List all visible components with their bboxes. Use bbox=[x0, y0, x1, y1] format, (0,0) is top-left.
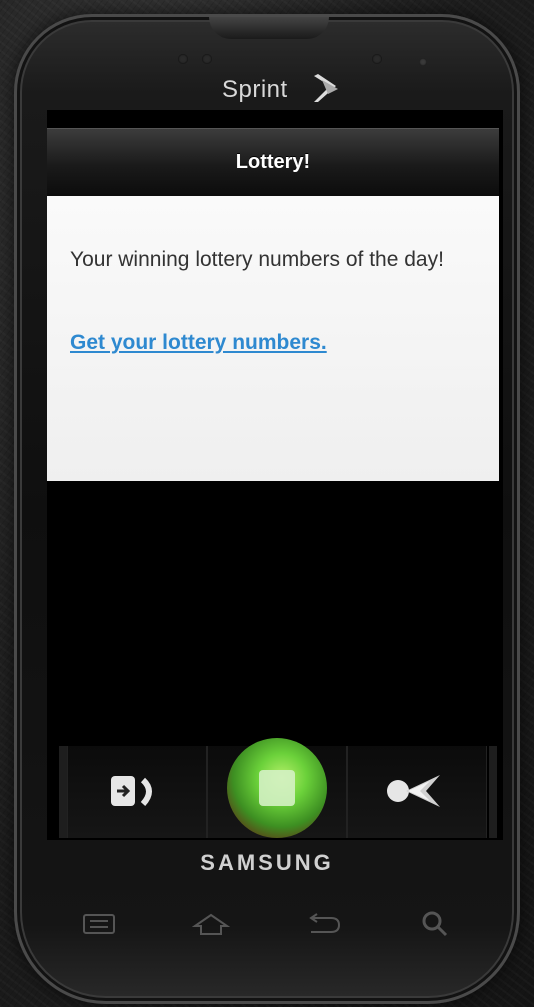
content-panel: Your winning lottery numbers of the day!… bbox=[47, 196, 499, 481]
brand-label: SAMSUNG bbox=[200, 850, 334, 875]
carrier-label: Sprint bbox=[222, 76, 288, 103]
app-title: Lottery! bbox=[235, 151, 311, 173]
sprint-logo-icon bbox=[314, 74, 338, 102]
share-icon bbox=[387, 775, 440, 807]
back-icon bbox=[309, 913, 341, 933]
light-sensor bbox=[202, 54, 212, 64]
notification-led bbox=[419, 58, 427, 66]
hw-home-key[interactable] bbox=[186, 904, 236, 944]
green-square-button-icon bbox=[227, 738, 327, 838]
earpiece-speaker bbox=[209, 17, 329, 39]
bottom-dock bbox=[67, 738, 487, 838]
search-icon bbox=[422, 911, 448, 937]
proximity-sensor bbox=[178, 54, 188, 64]
exit-door-icon bbox=[111, 776, 152, 807]
camera-lens bbox=[372, 54, 382, 64]
app-header: Lottery! bbox=[47, 128, 499, 196]
get-lottery-numbers-link[interactable]: Get your lottery numbers. bbox=[70, 331, 327, 355]
hw-search-key[interactable] bbox=[410, 904, 460, 944]
home-icon bbox=[191, 913, 231, 935]
hardware-keys bbox=[74, 904, 460, 944]
hw-back-key[interactable] bbox=[298, 904, 348, 944]
dock-item-share[interactable] bbox=[347, 746, 487, 838]
hw-menu-key[interactable] bbox=[74, 904, 124, 944]
intro-text: Your winning lottery numbers of the day! bbox=[70, 248, 444, 271]
dock-item-main[interactable] bbox=[207, 738, 347, 838]
menu-icon bbox=[83, 914, 115, 934]
dock-right-edge bbox=[489, 746, 497, 838]
dock-left-edge bbox=[59, 746, 67, 838]
dock-item-exit[interactable] bbox=[67, 746, 207, 838]
phone-screen: Lottery! Your winning lottery numbers of… bbox=[47, 110, 503, 840]
phone-frame: Sprint Lottery! Your winning lottery num… bbox=[14, 14, 520, 1004]
